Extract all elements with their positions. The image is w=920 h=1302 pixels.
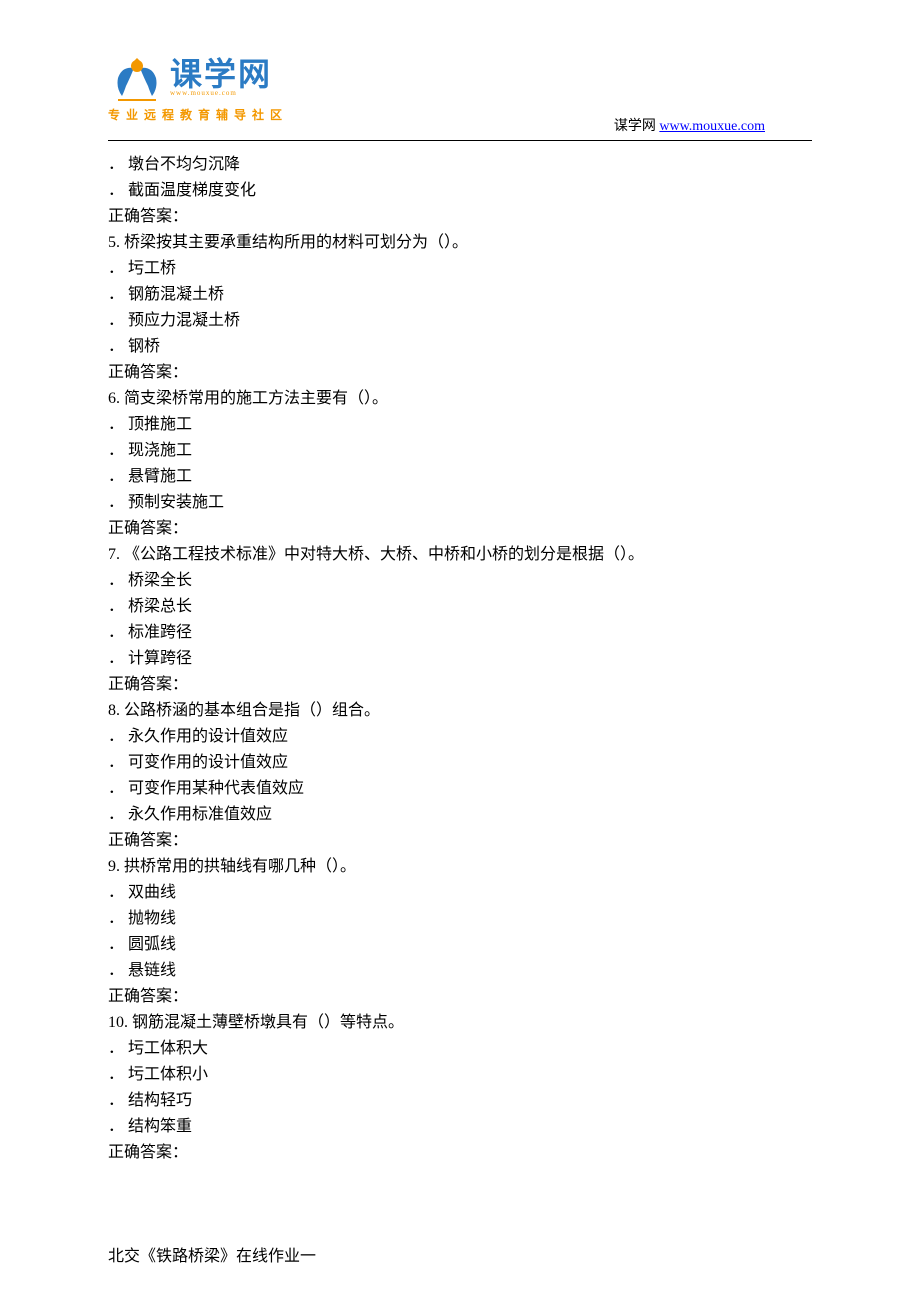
content-line: ． 结构轻巧 [108, 1088, 812, 1114]
header-site-info: 谋学网 www.mouxue.com [614, 115, 765, 135]
content-line: ． 双曲线 [108, 880, 812, 906]
content-line: ． 桥梁全长 [108, 568, 812, 594]
content-line: ． 抛物线 [108, 906, 812, 932]
content-line: ． 永久作用的设计值效应 [108, 724, 812, 750]
content-line: ． 钢桥 [108, 334, 812, 360]
content-line: ． 悬臂施工 [108, 464, 812, 490]
logo-container: 课学网 www.mouxue.com 专业远程教育辅导社区 [108, 58, 288, 123]
site-name: 谋学网 [614, 119, 656, 134]
content-line: 5. 桥梁按其主要承重结构所用的材料可划分为（）。 [108, 230, 812, 256]
content-line: 正确答案： [108, 516, 812, 542]
logo-icon [108, 58, 166, 102]
logo-text-block: 课学网 www.mouxue.com [170, 58, 272, 97]
content-line: ． 墩台不均匀沉降 [108, 152, 812, 178]
content-line: 6. 简支梁桥常用的施工方法主要有（）。 [108, 386, 812, 412]
page-header: 课学网 www.mouxue.com 专业远程教育辅导社区 谋学网 www.mo… [0, 0, 920, 140]
header-divider [108, 140, 812, 141]
content-line: 9. 拱桥常用的拱轴线有哪几种（）。 [108, 854, 812, 880]
document-content: ． 墩台不均匀沉降 ． 截面温度梯度变化 正确答案： 5. 桥梁按其主要承重结构… [0, 140, 920, 1270]
footer-section: 北交《铁路桥梁》在线作业一 [108, 1244, 812, 1270]
content-line: ． 预制安装施工 [108, 490, 812, 516]
content-line: ． 可变作用某种代表值效应 [108, 776, 812, 802]
content-line: ． 悬链线 [108, 958, 812, 984]
content-line: 8. 公路桥涵的基本组合是指（）组合。 [108, 698, 812, 724]
content-line: 10. 钢筋混凝土薄壁桥墩具有（）等特点。 [108, 1010, 812, 1036]
content-line: ． 现浇施工 [108, 438, 812, 464]
logo-subtitle: 专业远程教育辅导社区 [108, 106, 288, 123]
logo: 课学网 www.mouxue.com [108, 58, 288, 102]
content-line: 正确答案： [108, 672, 812, 698]
content-line: ． 永久作用标准值效应 [108, 802, 812, 828]
content-line: ． 圬工体积小 [108, 1062, 812, 1088]
logo-main-text: 课学网 [170, 58, 272, 90]
content-line: 正确答案： [108, 984, 812, 1010]
content-line: 7. 《公路工程技术标准》中对特大桥、大桥、中桥和小桥的划分是根据（）。 [108, 542, 812, 568]
content-line: ． 顶推施工 [108, 412, 812, 438]
content-line: ． 圆弧线 [108, 932, 812, 958]
content-line: ． 计算跨径 [108, 646, 812, 672]
content-line: ． 结构笨重 [108, 1114, 812, 1140]
content-line: ． 钢筋混凝土桥 [108, 282, 812, 308]
content-line: ． 预应力混凝土桥 [108, 308, 812, 334]
content-line: 正确答案： [108, 360, 812, 386]
content-line: ． 可变作用的设计值效应 [108, 750, 812, 776]
logo-url-text: www.mouxue.com [170, 89, 272, 97]
content-line: ． 圬工桥 [108, 256, 812, 282]
content-line: 正确答案： [108, 828, 812, 854]
content-line: 正确答案： [108, 204, 812, 230]
content-line: ． 标准跨径 [108, 620, 812, 646]
content-line: 正确答案： [108, 1140, 812, 1166]
content-line: ． 桥梁总长 [108, 594, 812, 620]
footer-line: 北交《铁路桥梁》在线作业一 [108, 1244, 812, 1270]
content-line: ． 圬工体积大 [108, 1036, 812, 1062]
site-link[interactable]: www.mouxue.com [659, 119, 765, 134]
content-line: ． 截面温度梯度变化 [108, 178, 812, 204]
